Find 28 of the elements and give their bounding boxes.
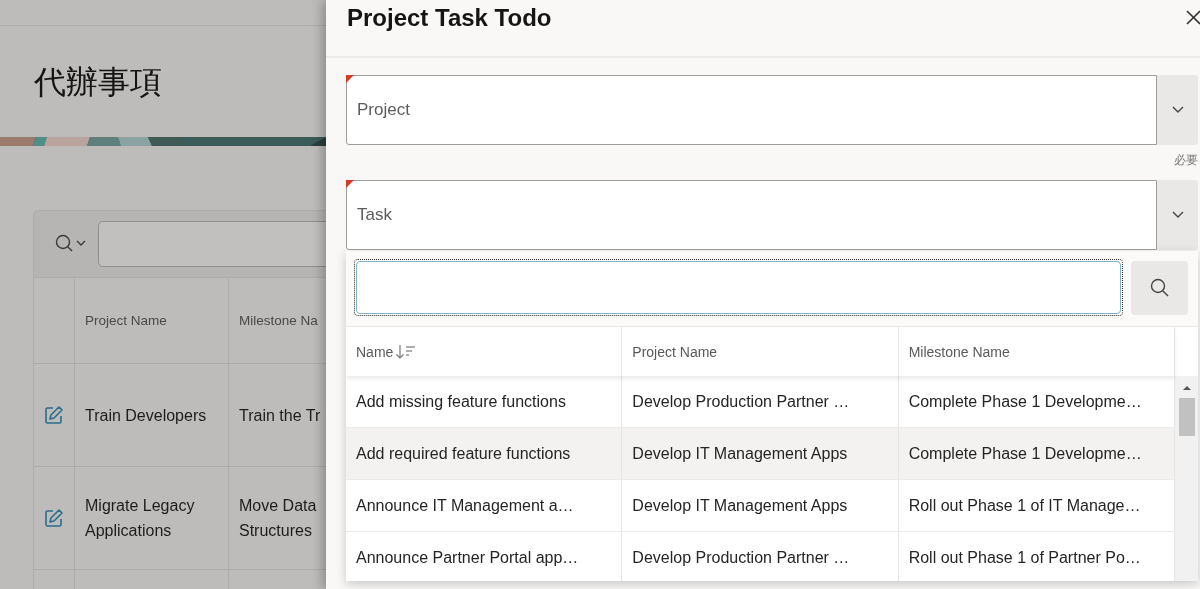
table-cell-text: Train the Tr xyxy=(239,405,321,426)
search-button[interactable] xyxy=(1131,260,1188,315)
column-header[interactable]: Project Name xyxy=(85,308,167,333)
sort-descending-icon xyxy=(395,342,418,361)
edit-icon[interactable] xyxy=(44,405,64,425)
scrollbar-thumb[interactable] xyxy=(1178,398,1195,436)
required-note: 必要 xyxy=(1173,152,1198,168)
table-cell-text: Train Developers xyxy=(85,405,207,426)
select-field[interactable]: Task xyxy=(346,180,1157,250)
dialog-title: Project Task Todo xyxy=(347,4,552,32)
list-row[interactable]: Announce Partner Portal app… Develop Production Partner … Roll out Phase 1 of Partner Po… xyxy=(346,532,1175,581)
table-cell-text: Migrate Legacy Applications xyxy=(85,496,196,541)
select-field[interactable]: Project xyxy=(346,75,1157,145)
scroll-up-arrow-icon[interactable] xyxy=(1181,384,1192,392)
list-row[interactable]: Announce IT Management a… Develop IT Management Apps Roll out Phase 1 of IT Manage… xyxy=(346,480,1175,532)
close-icon[interactable] xyxy=(1186,10,1200,26)
chevron-down-icon xyxy=(1170,105,1185,115)
search-field[interactable] xyxy=(98,221,326,267)
list-row[interactable]: Add missing feature functions Develop Production Partner … Complete Phase 1 Developme… xyxy=(346,376,1175,428)
column-header[interactable]: Milestone Na xyxy=(239,308,318,333)
search-icon xyxy=(1148,276,1171,299)
scrollbar[interactable] xyxy=(1175,376,1198,581)
list-row[interactable]: Add required feature functions Develop IT Management Apps Complete Phase 1 Developme… xyxy=(346,428,1175,480)
search-input[interactable] xyxy=(356,261,1121,314)
edit-icon[interactable] xyxy=(44,508,64,528)
table-cell-text: Move Data Structures xyxy=(239,496,318,541)
page-title: 代辦事項 xyxy=(34,61,162,103)
chevron-down-icon xyxy=(1170,210,1185,220)
